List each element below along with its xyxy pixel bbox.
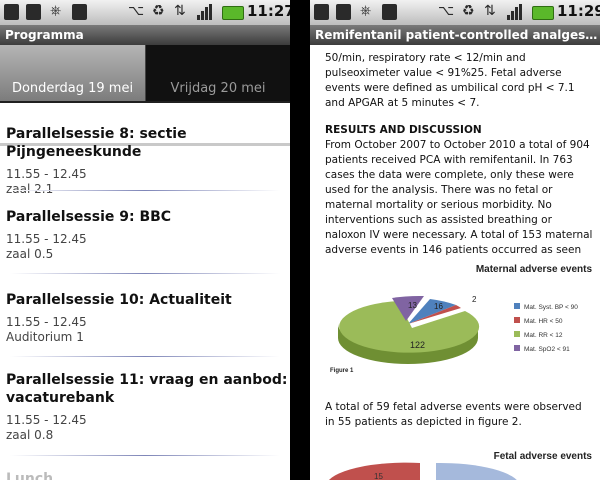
section-heading: RESULTS AND DISCUSSION — [325, 124, 482, 136]
session-time: 11.55 - 12.45 — [6, 413, 87, 427]
article-title-bar: Remifentanil patient-controlled analgesi… — [310, 25, 600, 45]
signal-icon — [507, 4, 522, 20]
session-title: Parallelsessie 10: Actualiteit — [6, 292, 232, 308]
legend-swatch — [514, 303, 520, 309]
usb-icon: ⎈ — [360, 3, 372, 19]
legend-label: Mat. Syst. BP < 90 — [524, 304, 578, 311]
schedule-screen: ⎈ ⌥ ♻ ⇅ 11:27 Programma Donderdag 19 mei… — [0, 0, 290, 480]
data-label: 13 — [408, 301, 417, 310]
legend-swatch — [514, 331, 520, 337]
clock: 11:27 — [247, 2, 290, 20]
session-room: Auditorium 1 — [6, 330, 84, 344]
article-body: 50/min, respiratory rate < 12/min and pu… — [325, 51, 593, 273]
article-paragraph: 50/min, respiratory rate < 12/min and pu… — [325, 52, 575, 109]
day-tabs: Donderdag 19 mei Vrijdag 20 mei — [0, 45, 290, 146]
data-label: 122 — [410, 340, 425, 350]
session-time: 11.55 - 12.45 — [6, 232, 87, 246]
battery-icon — [532, 6, 554, 20]
vibrate-icon: ♻ — [462, 3, 475, 19]
article-body-continued: A total of 59 fetal adverse events were … — [325, 400, 593, 430]
clock: 11:29 — [557, 2, 600, 20]
legend-swatch — [514, 317, 520, 323]
session-title: Parallelsessie 11: vraag en aanbod: vaca… — [6, 372, 288, 406]
maternal-adverse-events-chart: Maternal adverse events 13 16 2 122 Figu… — [324, 258, 596, 380]
list-item[interactable]: Parallelsessie 9: BBC 11.55 - 12.45 zaal… — [6, 208, 288, 262]
chart-title: Maternal adverse events — [476, 264, 593, 275]
mobile-data-icon: ⇅ — [174, 3, 186, 19]
lock-notification-icon — [4, 4, 19, 20]
legend-label: Mat. RR < 12 — [524, 332, 563, 339]
data-label: 16 — [434, 302, 443, 311]
session-title: Lunch — [6, 471, 54, 480]
status-bar: ⎈ ⌥ ♻ ⇅ 11:29 — [310, 0, 600, 26]
status-bar: ⎈ ⌥ ♻ ⇅ 11:27 — [0, 0, 290, 26]
wifi-icon: ⌥ — [128, 3, 145, 19]
wifi-icon: ⌥ — [438, 3, 455, 19]
article-screen: ⎈ ⌥ ♻ ⇅ 11:29 Remifentanil patient-contr… — [310, 0, 600, 480]
article-paragraph: A total of 59 fetal adverse events were … — [325, 401, 582, 428]
divider — [10, 455, 280, 456]
list-item[interactable]: Parallelsessie 8: sectie Pijngeneeskunde… — [6, 125, 288, 197]
signal-icon — [197, 4, 212, 20]
figure-caption: Figure 1 — [330, 368, 354, 374]
session-time: 11.55 - 12.45 — [6, 167, 87, 181]
usb-icon: ⎈ — [50, 3, 62, 19]
fetal-adverse-events-chart: Fetal adverse events 15 — [324, 445, 596, 480]
legend-swatch — [514, 345, 520, 351]
divider — [10, 273, 280, 274]
session-room: zaal 0.5 — [6, 247, 54, 261]
lock-notification-icon — [314, 4, 329, 20]
legend-label: Mat. SpO2 < 91 — [524, 346, 570, 353]
download-notification-icon — [26, 4, 41, 20]
android-debug-icon — [72, 4, 87, 20]
tab-friday[interactable]: Vrijdag 20 mei — [145, 45, 290, 101]
data-label: 15 — [374, 472, 383, 480]
app-title-bar: Programma — [0, 25, 290, 45]
android-debug-icon — [382, 4, 397, 20]
list-item[interactable]: Parallelsessie 11: vraag en aanbod: vaca… — [6, 371, 288, 443]
mobile-data-icon: ⇅ — [484, 3, 496, 19]
vibrate-icon: ♻ — [152, 3, 165, 19]
data-label: 2 — [472, 295, 477, 304]
session-time: 11.55 - 12.45 — [6, 315, 87, 329]
divider — [10, 356, 280, 357]
divider — [10, 190, 280, 191]
session-room: zaal 0.8 — [6, 428, 54, 442]
list-item[interactable]: Lunch — [6, 470, 288, 480]
session-title: Parallelsessie 9: BBC — [6, 209, 172, 225]
chart-title: Fetal adverse events — [494, 451, 593, 462]
list-item[interactable]: Parallelsessie 10: Actualiteit 11.55 - 1… — [6, 291, 288, 345]
session-title: Parallelsessie 8: sectie Pijngeneeskunde — [6, 126, 187, 160]
battery-icon — [222, 6, 244, 20]
legend-label: Mat. HR < 50 — [524, 318, 563, 325]
tab-thursday[interactable]: Donderdag 19 mei — [0, 45, 145, 101]
download-notification-icon — [336, 4, 351, 20]
article-paragraph: From October 2007 to October 2010 a tota… — [325, 139, 593, 271]
